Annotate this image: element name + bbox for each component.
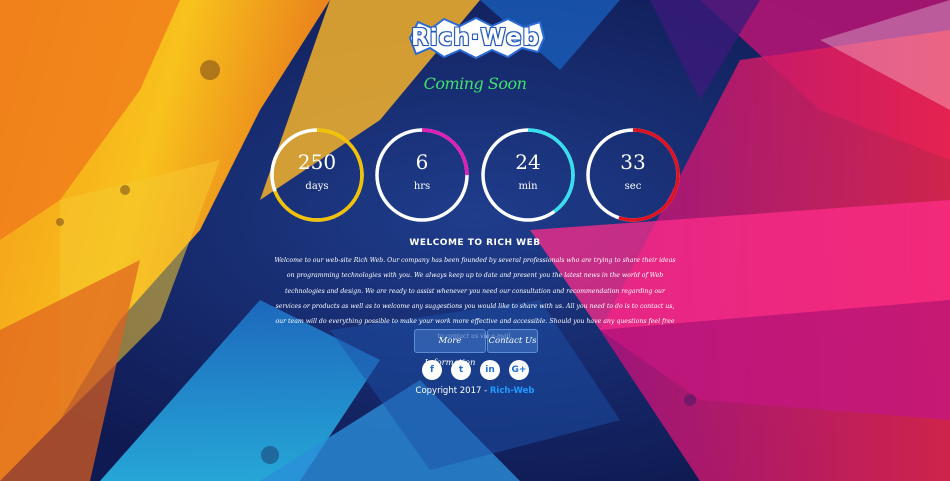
minutes-label: min: [518, 181, 538, 192]
countdown-minutes: 24 min: [480, 127, 576, 223]
more-information-button[interactable]: More Information: [414, 329, 486, 368]
minutes-value: 24: [515, 150, 541, 174]
logo[interactable]: Rich·Web: [404, 16, 547, 60]
countdown-hours: 6 hrs: [374, 127, 470, 223]
countdown-timer: 250 days 6 hrs 24 min 33 sec: [269, 127, 681, 223]
hours-label: hrs: [413, 181, 431, 192]
days-value: 250: [297, 150, 337, 174]
facebook-icon[interactable]: f: [422, 360, 442, 380]
linkedin-icon[interactable]: in: [480, 360, 500, 380]
footer-copyright: Copyright 2017 - Rich-Web: [0, 386, 950, 396]
welcome-title: WELCOME TO RICH WEB: [409, 238, 541, 248]
contact-us-button[interactable]: Contact Us: [487, 329, 538, 353]
twitter-icon[interactable]: t: [451, 360, 471, 380]
days-label: days: [305, 181, 329, 192]
logo-text: Rich·Web: [411, 25, 540, 51]
seconds-label: sec: [624, 181, 642, 192]
countdown-days: 250 days: [269, 127, 365, 223]
seconds-value: 33: [620, 150, 646, 174]
countdown-seconds: 33 sec: [585, 127, 681, 223]
hours-value: 6: [415, 150, 429, 174]
google-plus-icon[interactable]: G+: [509, 360, 529, 380]
copyright-text: Copyright 2017 -: [415, 386, 490, 396]
footer-brand-link[interactable]: Rich-Web: [490, 386, 535, 396]
coming-soon-heading: Coming Soon: [423, 74, 527, 93]
